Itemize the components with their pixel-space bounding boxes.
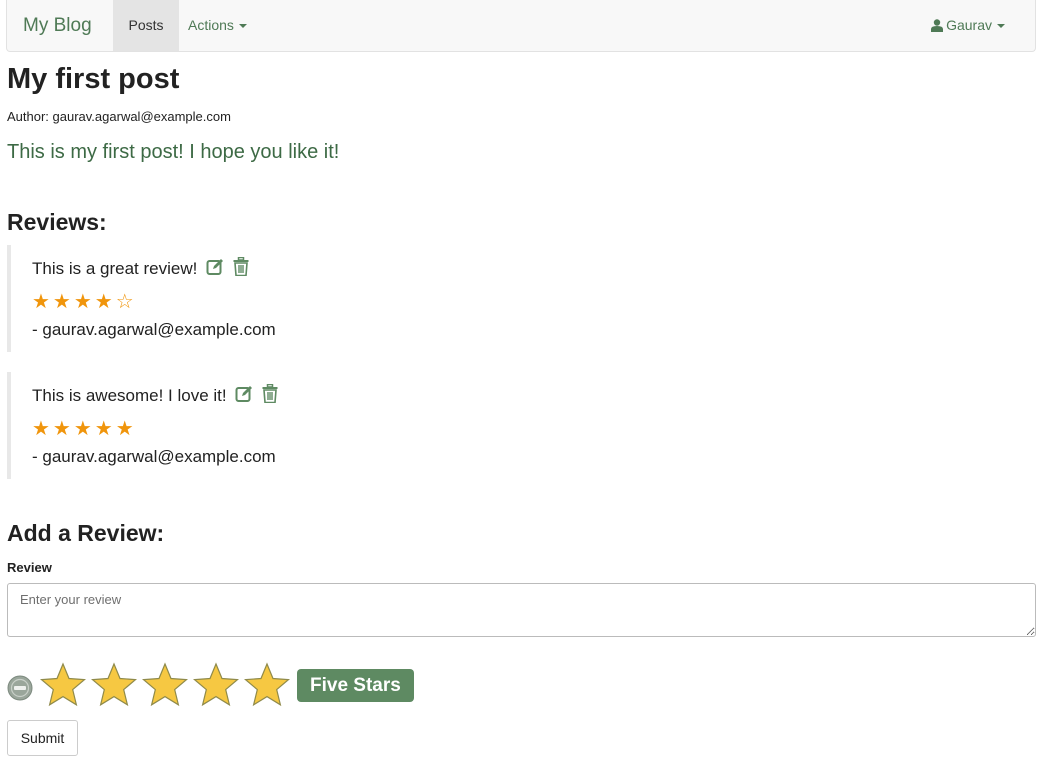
trash-icon[interactable] <box>233 256 249 281</box>
nav-actions-dropdown[interactable]: Actions <box>188 0 247 51</box>
user-icon <box>931 2 944 53</box>
post-body: This is my first post! I hope you like i… <box>7 141 340 163</box>
add-review-heading: Add a Review: <box>7 520 165 546</box>
star-icon[interactable] <box>39 662 87 708</box>
nav-posts[interactable]: Posts <box>113 0 179 51</box>
review-item: This is a great review! ★★★★☆ - gaurav.a… <box>7 245 607 352</box>
review-text: This is awesome! I love it! <box>32 386 227 405</box>
review-text-line: This is awesome! I love it! <box>32 383 278 408</box>
post-title: My first post <box>7 63 180 95</box>
minus-circle-icon[interactable] <box>7 675 33 701</box>
navbar: My Blog Posts Actions Gaurav <box>6 0 1036 52</box>
nav-actions-label: Actions <box>188 17 234 33</box>
caret-down-icon <box>997 24 1005 29</box>
star-icon[interactable] <box>90 662 138 708</box>
review-item: This is awesome! I love it! ★★★★★ - gaur… <box>7 372 607 479</box>
nav-user-dropdown[interactable]: Gaurav <box>931 0 1005 51</box>
trash-icon[interactable] <box>262 383 278 408</box>
caret-down-icon <box>238 24 247 29</box>
submit-button[interactable]: Submit <box>7 720 78 756</box>
review-field-label: Review <box>7 560 52 575</box>
post-author: Author: gaurav.agarwal@example.com <box>7 109 231 124</box>
star-icon[interactable] <box>243 662 291 708</box>
review-author: - gaurav.agarwal@example.com <box>32 447 276 466</box>
review-author: - gaurav.agarwal@example.com <box>32 320 276 339</box>
edit-icon[interactable] <box>206 258 224 281</box>
review-stars: ★★★★☆ <box>32 291 137 313</box>
review-text-line: This is a great review! <box>32 256 249 281</box>
review-stars: ★★★★★ <box>32 418 137 440</box>
reviews-heading: Reviews: <box>7 209 107 235</box>
rating-caption-badge: Five Stars <box>297 669 414 702</box>
brand-link[interactable]: My Blog <box>23 0 92 51</box>
review-text: This is a great review! <box>32 259 198 278</box>
edit-icon[interactable] <box>235 385 253 408</box>
star-icon[interactable] <box>192 662 240 708</box>
star-icon[interactable] <box>141 662 189 708</box>
nav-user-label: Gaurav <box>946 17 992 33</box>
review-input[interactable] <box>7 583 1036 637</box>
